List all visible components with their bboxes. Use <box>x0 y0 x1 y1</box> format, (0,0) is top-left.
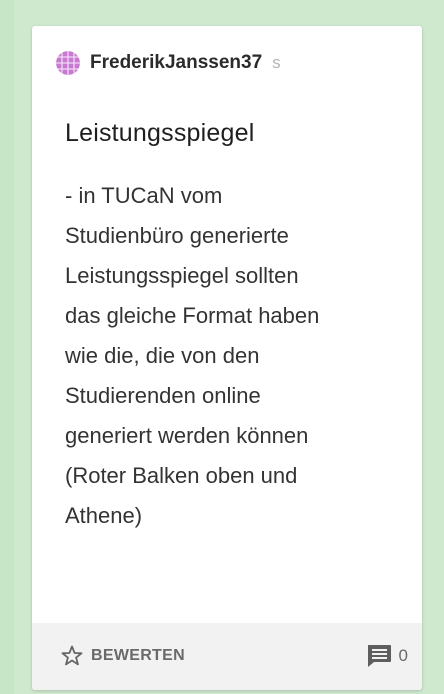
description-line: (Roter Balken oben und <box>65 463 298 488</box>
description-line: generiert werden können <box>65 423 309 448</box>
description-line: das gleiche Format haben <box>65 303 320 328</box>
star-outline-icon <box>61 645 83 666</box>
avatar-pattern-icon <box>56 51 80 75</box>
comment-count: 0 <box>398 646 408 665</box>
rate-label: BEWERTEN <box>91 647 185 664</box>
rate-button[interactable]: BEWERTEN <box>60 644 185 668</box>
description-line: Leistungsspiegel sollten <box>65 263 299 288</box>
avatar[interactable] <box>56 51 80 75</box>
author-suffix: s <box>272 53 281 72</box>
comment-icon <box>367 645 391 667</box>
background-edge <box>0 0 14 694</box>
description-line: wie die, die von den <box>65 343 260 368</box>
comments-button[interactable]: 0 <box>365 643 408 669</box>
description-line: Studierenden online <box>65 383 261 408</box>
author-name[interactable]: FrederikJanssen37 <box>90 52 262 74</box>
description-line: Studienbüro generierte <box>65 223 289 248</box>
description-line: Athene) <box>65 503 143 528</box>
idea-description: - in TUCaN vom Studienbüro generierte Le… <box>65 176 415 536</box>
idea-title: Leistungsspiegel <box>65 119 255 147</box>
author-row: FrederikJanssen37 s <box>56 50 281 76</box>
idea-card[interactable]: FrederikJanssen37 s Leistungsspiegel - i… <box>32 26 422 690</box>
description-line: - in TUCaN vom <box>65 183 223 208</box>
card-footer: BEWERTEN 0 <box>32 623 422 690</box>
